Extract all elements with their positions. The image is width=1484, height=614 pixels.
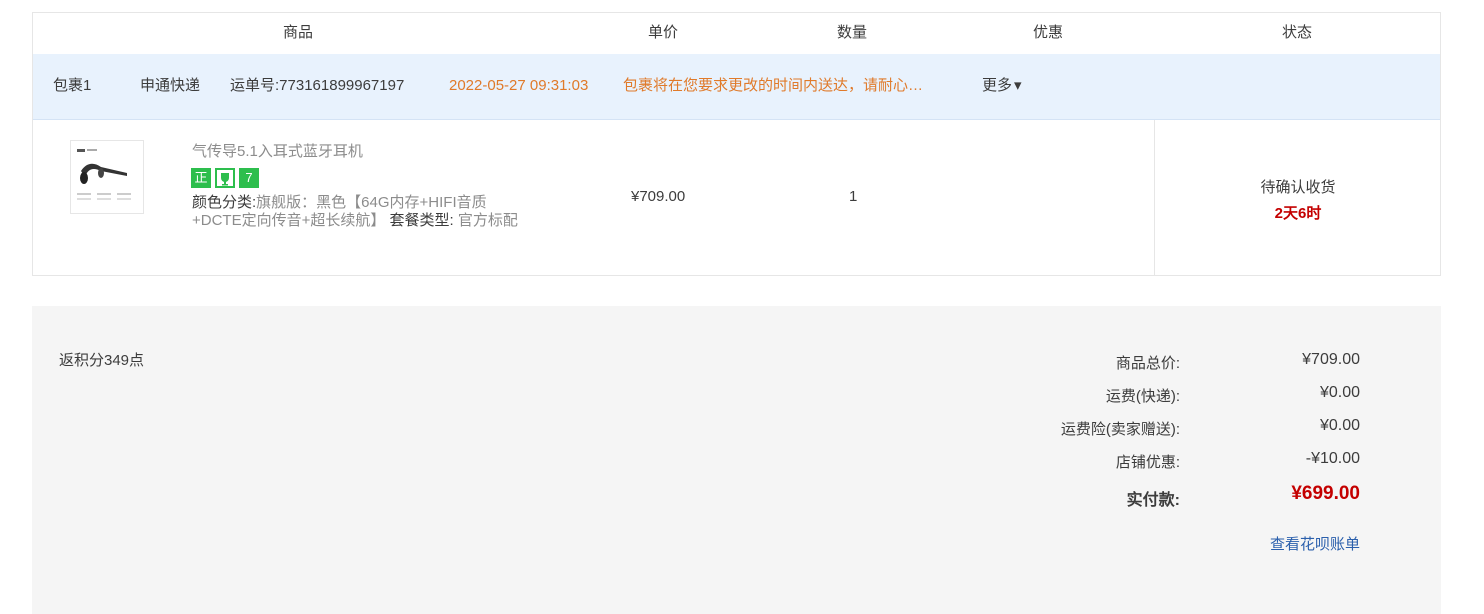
subtotal-label: 商品总价:: [1115, 355, 1180, 372]
chevron-down-icon: ▾: [1014, 77, 1022, 95]
shipping-value: ¥0.00: [1319, 384, 1360, 401]
paid-amount: ¥699.00: [1291, 483, 1360, 504]
product-sku: 颜色分类:旗舰版：黑色【64G内存+HIFI音质+DCTE定向传音+超长续航】 …: [192, 194, 532, 230]
store-discount-label: 店铺优惠:: [1115, 454, 1180, 471]
paid-label: 实付款:: [1126, 492, 1180, 509]
order-table: 商品 单价 数量 优惠 状态 包裹1 申通快递 运单号:773161899967…: [32, 12, 1441, 276]
col-quantity: 数量: [836, 24, 868, 41]
huabei-bill-link[interactable]: 查看花呗账单: [1270, 533, 1360, 554]
confirm-countdown: 2天6时: [1274, 205, 1322, 222]
order-summary: 返积分349点 商品总价: ¥709.00 运费(快递): ¥0.00 运费险(…: [32, 306, 1441, 614]
col-discount: 优惠: [1032, 24, 1064, 41]
unit-price: ¥709.00: [631, 188, 686, 205]
col-unit-price: 单价: [647, 24, 679, 41]
product-thumbnail[interactable]: [70, 140, 144, 214]
tracking-message: 包裹将在您要求更改的时间内送达，请耐心…: [623, 77, 924, 94]
col-product: 商品: [282, 24, 314, 41]
more-tracking-button[interactable]: 更多 ▾: [982, 54, 1022, 118]
status-cell: 待确认收货 2天6时: [1154, 120, 1441, 276]
shipping-insurance-label: 运费险(卖家赠送):: [1060, 421, 1180, 438]
sku-package-value: 官方标配: [457, 212, 518, 229]
quantity: 1: [849, 188, 858, 205]
package-name: 包裹1: [53, 77, 92, 94]
table-header: 商品 单价 数量 优惠 状态: [33, 13, 1440, 55]
warranty-badge-icon[interactable]: [215, 168, 235, 188]
sku-color-label: 颜色分类:: [192, 194, 257, 211]
subtotal-value: ¥709.00: [1302, 351, 1360, 368]
product-title[interactable]: 气传导5.1入耳式蓝牙耳机: [192, 140, 363, 161]
order-status: 待确认收货: [1260, 179, 1336, 196]
store-discount-value: -¥10.00: [1305, 450, 1360, 467]
shipping-insurance-value: ¥0.00: [1319, 417, 1360, 434]
reward-points: 返积分349点: [59, 352, 145, 369]
more-label: 更多: [982, 77, 1013, 94]
package-bar: 包裹1 申通快递 运单号:773161899967197 2022-05-27 …: [33, 54, 1440, 120]
service-badges: 正7: [191, 168, 263, 188]
col-status: 状态: [1281, 24, 1313, 41]
tracking-time: 2022-05-27 09:31:03: [449, 77, 589, 94]
carrier-name: 申通快递: [140, 77, 201, 94]
sku-package-label: 套餐类型:: [389, 212, 454, 229]
shipping-label: 运费(快递):: [1105, 388, 1180, 405]
order-item-row: 气传导5.1入耳式蓝牙耳机 正7 颜色分类:旗舰版：黑色【64G内存+HIFI音…: [33, 120, 1440, 276]
tracking-number: 运单号:773161899967197: [230, 77, 405, 94]
seven-day-return-badge-icon[interactable]: 7: [239, 168, 259, 188]
genuine-badge-icon[interactable]: 正: [191, 168, 211, 188]
